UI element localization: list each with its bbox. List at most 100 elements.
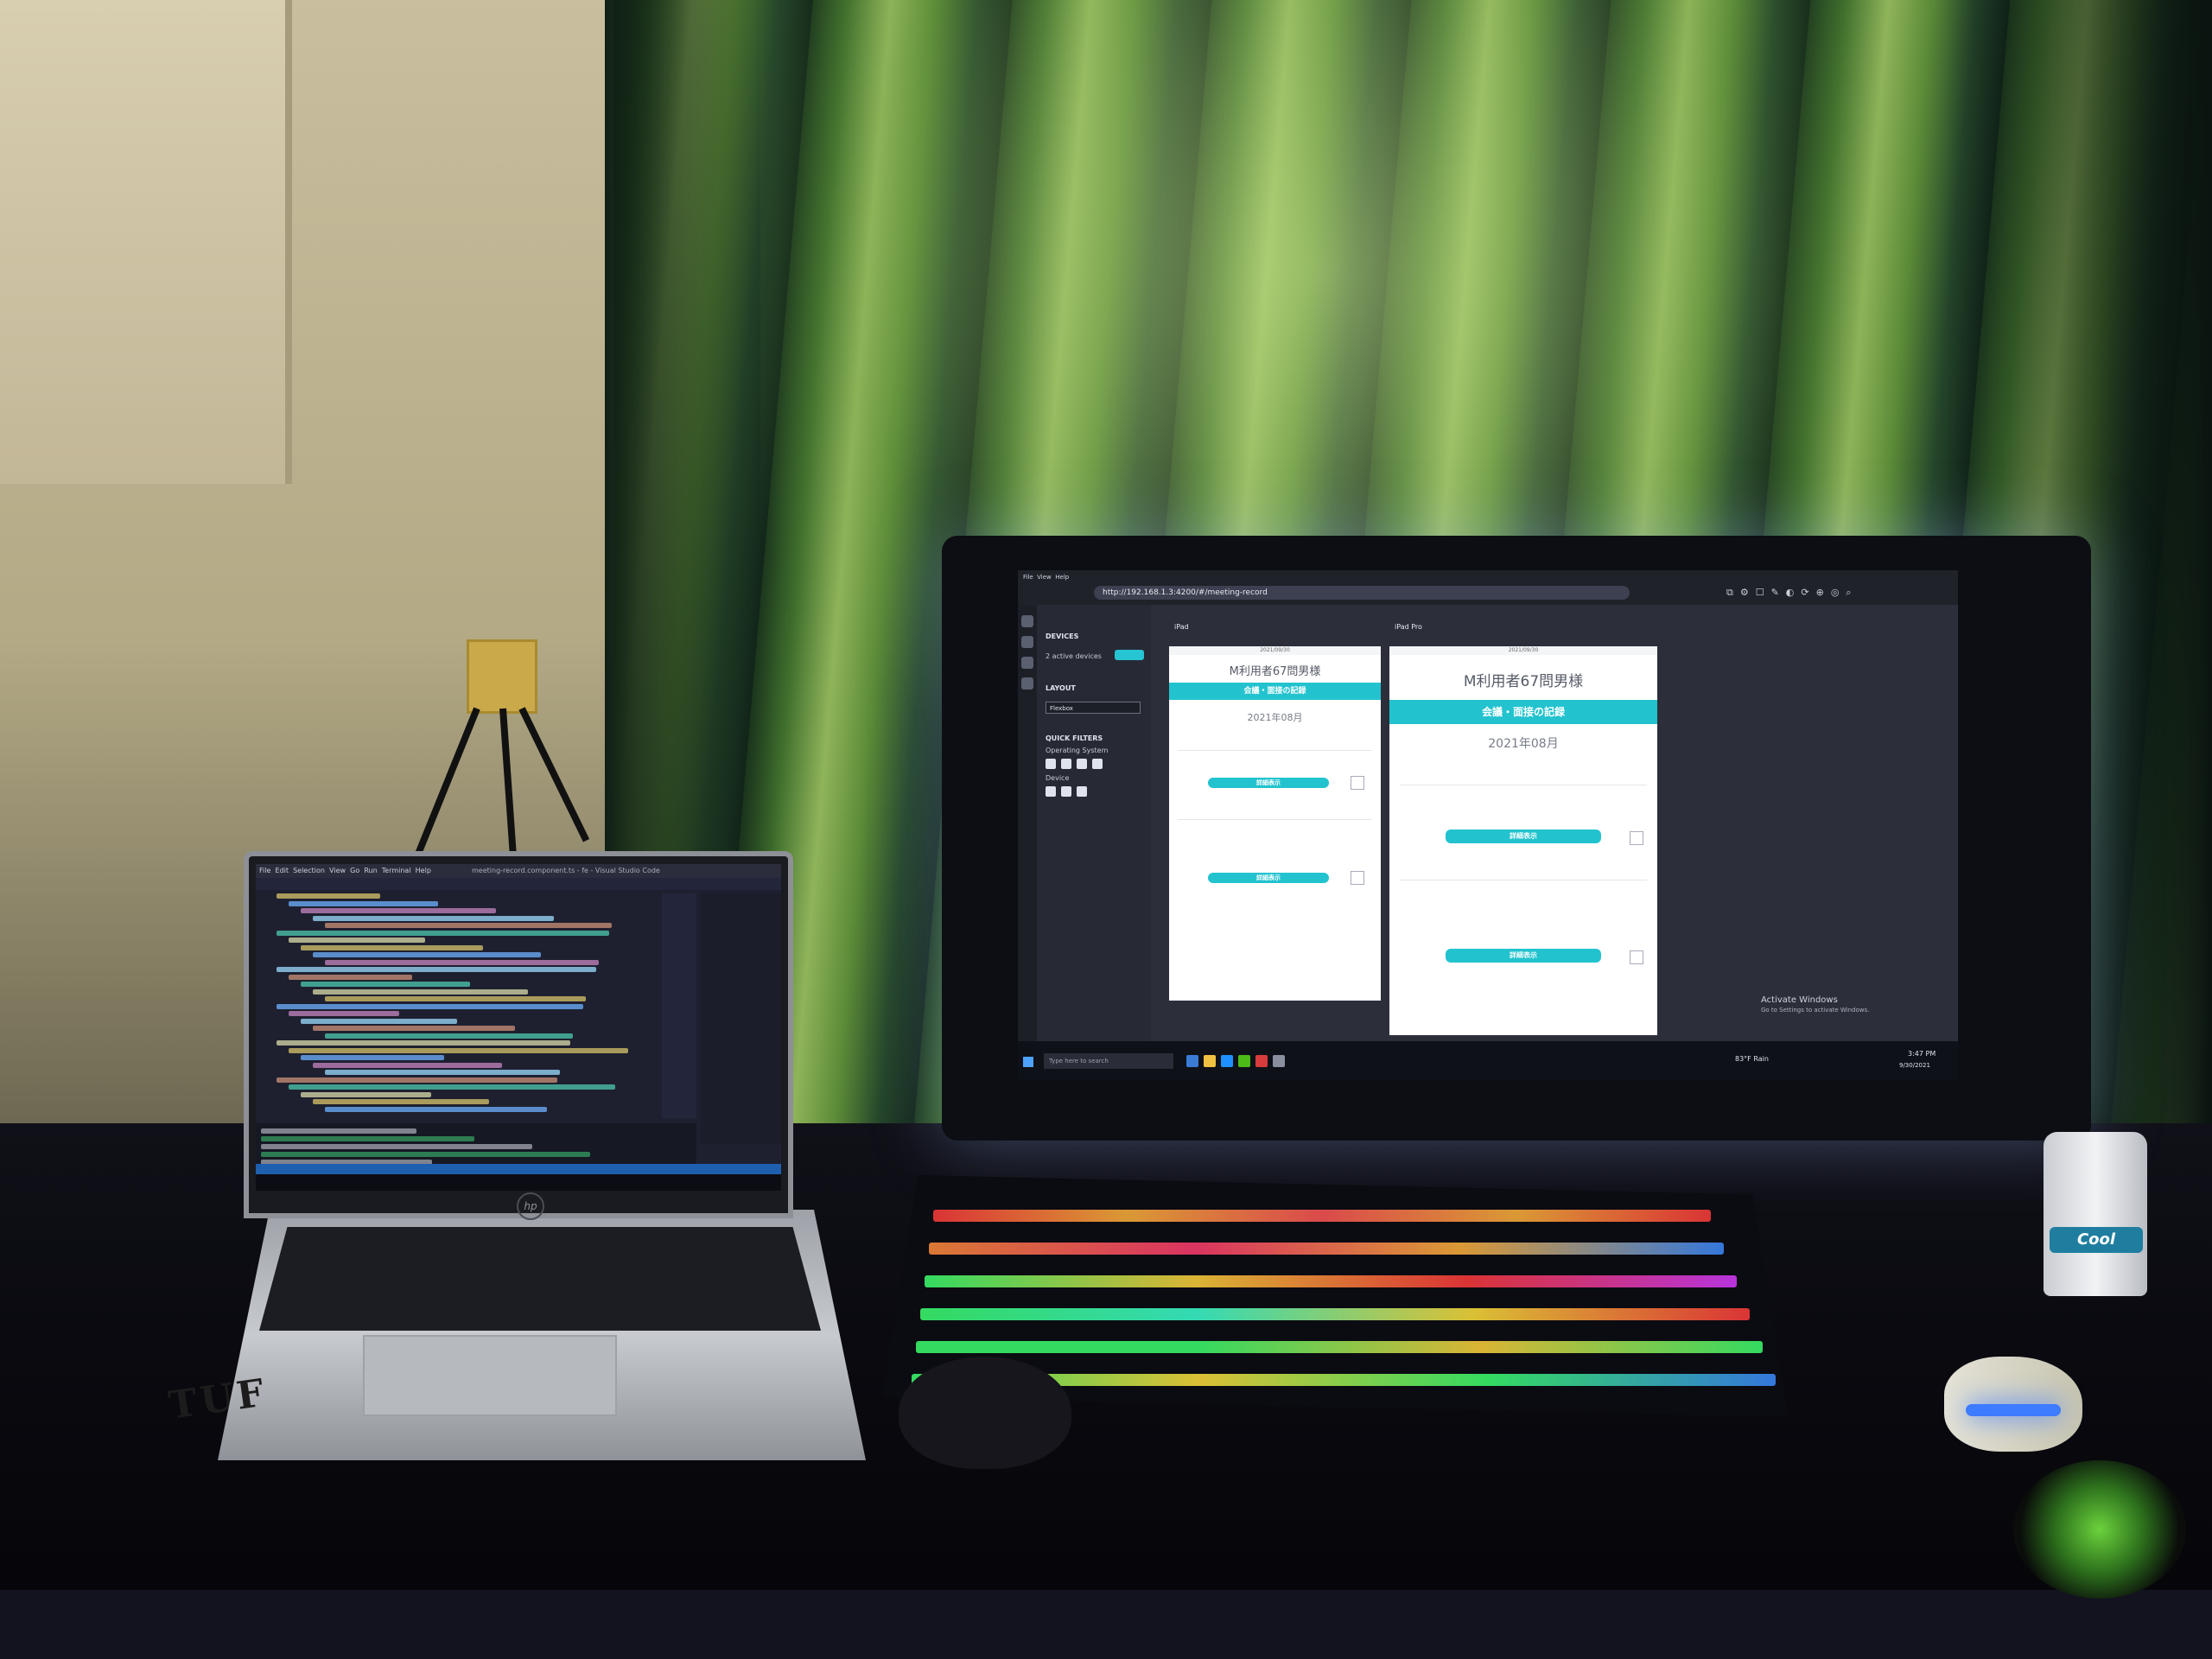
android-icon[interactable] (1061, 759, 1071, 769)
device-ipad-pro-header: iPad Pro (1389, 620, 1657, 634)
edit-icon[interactable] (1351, 871, 1364, 885)
taskbar-search[interactable]: Type here to search (1044, 1053, 1173, 1069)
key-row[interactable] (925, 1275, 1737, 1287)
apple-icon[interactable] (1046, 759, 1056, 769)
menu-edit[interactable]: Edit (275, 867, 289, 874)
devices-count: 2 active devices (1046, 652, 1102, 660)
windows-start-icon[interactable] (1023, 1057, 1033, 1067)
code-line (301, 1055, 444, 1060)
code-line (301, 1091, 431, 1097)
menu-terminal[interactable]: Terminal (382, 867, 411, 874)
menu-selection[interactable]: Selection (293, 867, 325, 874)
taskview-icon[interactable] (1186, 1055, 1198, 1067)
devices-heading: DEVICES (1046, 632, 1079, 640)
details-button[interactable]: 詳細表示 (1208, 873, 1329, 883)
code-line (325, 996, 586, 1001)
clock-date[interactable]: 9/30/2021 (1899, 1062, 1930, 1069)
code-line (313, 1062, 502, 1068)
code-minimap[interactable] (662, 893, 696, 1118)
globe-icon[interactable] (1021, 677, 1033, 690)
edit-icon[interactable] (1630, 950, 1643, 964)
menu-go[interactable]: Go (350, 867, 359, 874)
menu-file[interactable]: File (1023, 574, 1033, 581)
menu-view[interactable]: View (1037, 574, 1052, 581)
windows-icon[interactable] (1077, 759, 1087, 769)
settings-icon[interactable] (1021, 636, 1033, 648)
layout-heading: LAYOUT (1046, 684, 1076, 692)
key-row[interactable] (916, 1341, 1763, 1353)
toolbar-icons[interactable]: ⧉⚙☐✎◐⟳⊕◎⌕ (1726, 586, 1951, 600)
terminal-line (261, 1128, 416, 1134)
devices-icon[interactable] (1021, 615, 1033, 627)
computer-mouse[interactable] (899, 1357, 1071, 1469)
code-line (313, 988, 528, 995)
windows-taskbar: Type here to search 83°F Rain 3:47 PM 9/… (1018, 1041, 1958, 1080)
monitor-icon[interactable] (1077, 786, 1087, 797)
desktop-icon[interactable] (1092, 759, 1103, 769)
month-label: 2021年08月 (1488, 737, 1559, 751)
code-line (301, 944, 483, 950)
user-title: M利用者67問男様 (1463, 673, 1584, 690)
app-icon[interactable] (1255, 1055, 1268, 1067)
code-line (301, 908, 496, 913)
menu-view[interactable]: View (329, 867, 346, 874)
code-line (313, 1026, 515, 1031)
vscode-menu[interactable]: File Edit Selection View Go Run Terminal… (259, 864, 431, 878)
code-line (289, 900, 438, 906)
vscode-tabs[interactable] (256, 878, 781, 890)
month-label: 2021年08月 (1247, 712, 1303, 723)
details-button[interactable]: 詳細表示 (1208, 778, 1329, 788)
laptop-taskbar[interactable] (256, 1174, 781, 1191)
code-line (289, 974, 412, 980)
rgb-headset (2013, 1460, 2186, 1599)
menu-file[interactable]: File (259, 867, 270, 874)
desk-edge (0, 1590, 2212, 1659)
laptop-brand-logo: hp (517, 1192, 544, 1220)
key-row[interactable] (929, 1243, 1724, 1255)
menu-help[interactable]: Help (1055, 574, 1069, 581)
code-line (289, 1011, 399, 1016)
weather-widget[interactable]: 83°F Rain (1735, 1055, 1769, 1063)
activate-windows-title: Activate Windows (1761, 995, 1838, 1005)
device-tools[interactable] (1169, 634, 1381, 646)
code-line (313, 952, 541, 957)
file-explorer-icon[interactable] (1204, 1055, 1216, 1067)
edge-icon[interactable] (1221, 1055, 1233, 1067)
code-line (276, 1040, 570, 1046)
edit-icon[interactable] (1630, 831, 1643, 845)
menu-help[interactable]: Help (416, 867, 431, 874)
code-line (313, 1099, 489, 1104)
laptop-keyboard[interactable] (259, 1227, 821, 1331)
details-button[interactable]: 詳細表示 (1446, 949, 1601, 963)
gaming-mouse-light (1966, 1404, 2061, 1416)
menu-run[interactable]: Run (364, 867, 377, 874)
key-row[interactable] (933, 1210, 1711, 1222)
clock-time[interactable]: 3:47 PM (1908, 1050, 1936, 1058)
code-line (289, 1084, 615, 1090)
edit-icon[interactable] (1351, 776, 1364, 790)
device-label: Device (1046, 774, 1070, 782)
devices-button[interactable] (1115, 650, 1144, 660)
device-tools[interactable] (1389, 634, 1657, 646)
code-line (301, 1018, 457, 1024)
quick-filters-heading: QUICK FILTERS (1046, 734, 1103, 742)
chrome-icon[interactable] (1238, 1055, 1250, 1067)
home-icon[interactable] (1021, 657, 1033, 669)
layout-select[interactable]: Flexbox (1046, 702, 1141, 714)
tablet-icon[interactable] (1061, 786, 1071, 797)
url-input[interactable]: http://192.168.1.3:4200/#/meeting-record (1094, 586, 1630, 600)
app-icon[interactable] (1273, 1055, 1285, 1067)
code-line (289, 938, 425, 943)
row-divider (1178, 819, 1372, 820)
laptop-touchpad[interactable] (363, 1335, 617, 1416)
browser-menu[interactable]: File View Help (1023, 574, 1069, 581)
browser-toolbar: File View Help http://192.168.1.3:4200/#… (1018, 570, 1958, 605)
code-editor[interactable] (259, 893, 657, 1118)
bottle (2044, 1132, 2147, 1296)
phone-icon[interactable] (1046, 786, 1056, 797)
details-button[interactable]: 詳細表示 (1446, 830, 1601, 843)
device-ipad: iPad 2021/09/30 M利用者67問男様 会議・面接の記録 2021年… (1169, 620, 1381, 1001)
file-explorer[interactable] (701, 893, 781, 1144)
user-title: M利用者67問男様 (1229, 665, 1321, 678)
key-row[interactable] (920, 1308, 1750, 1320)
